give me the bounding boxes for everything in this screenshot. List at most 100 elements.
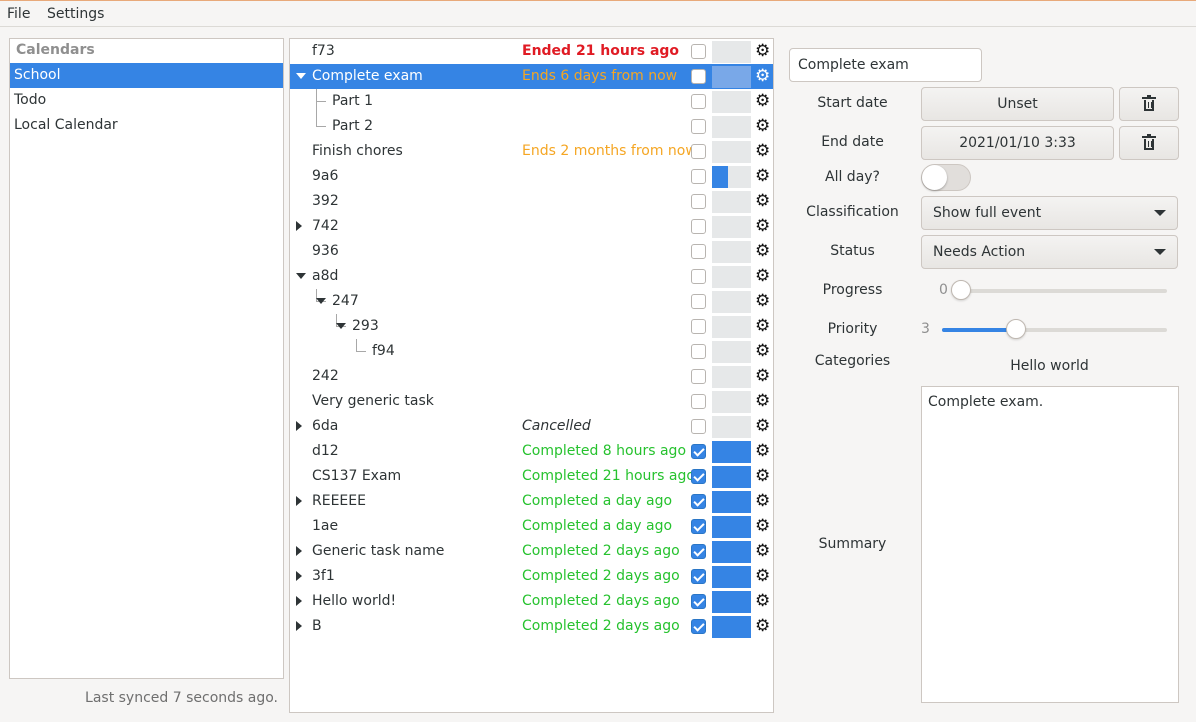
menu-file[interactable]: File [7, 6, 30, 22]
task-row[interactable]: Part 1 ⚙ [290, 89, 773, 114]
task-row[interactable]: 1ae Completed a day ago ⚙ [290, 514, 773, 539]
expander-open-icon[interactable] [296, 273, 306, 279]
classification-dropdown[interactable]: Show full event [921, 196, 1178, 230]
end-date-button[interactable]: 2021/01/10 3:33 [921, 126, 1114, 160]
gear-icon[interactable]: ⚙ [755, 241, 770, 261]
expander-closed-icon[interactable] [296, 496, 302, 506]
task-row[interactable]: 392 ⚙ [290, 189, 773, 214]
gear-icon[interactable]: ⚙ [755, 141, 770, 161]
task-row[interactable]: CS137 Exam Completed 21 hours ago ⚙ [290, 464, 773, 489]
expander-open-icon[interactable] [296, 73, 306, 79]
task-complete-checkbox[interactable] [691, 469, 706, 484]
calendar-item-school[interactable]: School [10, 63, 283, 88]
task-row[interactable]: Complete exam Ends 6 days from now ⚙ [290, 64, 773, 89]
task-complete-checkbox[interactable] [691, 419, 706, 434]
gear-icon[interactable]: ⚙ [755, 341, 770, 361]
expander-closed-icon[interactable] [296, 221, 302, 231]
priority-slider-knob[interactable] [1006, 319, 1026, 339]
gear-icon[interactable]: ⚙ [755, 516, 770, 536]
expander-closed-icon[interactable] [296, 546, 302, 556]
start-date-button[interactable]: Unset [921, 87, 1114, 121]
expander-closed-icon[interactable] [296, 571, 302, 581]
task-row[interactable]: 242 ⚙ [290, 364, 773, 389]
gear-icon[interactable]: ⚙ [755, 116, 770, 136]
gear-icon[interactable]: ⚙ [755, 266, 770, 286]
gear-icon[interactable]: ⚙ [755, 491, 770, 511]
calendar-item-local-calendar[interactable]: Local Calendar [10, 113, 283, 138]
task-complete-checkbox[interactable] [691, 569, 706, 584]
gear-icon[interactable]: ⚙ [755, 191, 770, 211]
task-row[interactable]: f73 Ended 21 hours ago ⚙ [290, 39, 773, 64]
task-complete-checkbox[interactable] [691, 69, 706, 84]
gear-icon[interactable]: ⚙ [755, 366, 770, 386]
gear-icon[interactable]: ⚙ [755, 166, 770, 186]
task-complete-checkbox[interactable] [691, 94, 706, 109]
task-row[interactable]: Finish chores Ends 2 months from now ⚙ [290, 139, 773, 164]
gear-icon[interactable]: ⚙ [755, 91, 770, 111]
expander-closed-icon[interactable] [296, 596, 302, 606]
task-complete-checkbox[interactable] [691, 444, 706, 459]
task-row[interactable]: Part 2 ⚙ [290, 114, 773, 139]
task-complete-checkbox[interactable] [691, 394, 706, 409]
task-row[interactable]: 3f1 Completed 2 days ago ⚙ [290, 564, 773, 589]
gear-icon[interactable]: ⚙ [755, 391, 770, 411]
task-row[interactable]: 247 ⚙ [290, 289, 773, 314]
task-complete-checkbox[interactable] [691, 594, 706, 609]
task-row[interactable]: REEEEE Completed a day ago ⚙ [290, 489, 773, 514]
summary-textarea[interactable]: Complete exam. [921, 386, 1179, 703]
calendar-item-todo[interactable]: Todo [10, 88, 283, 113]
expander-closed-icon[interactable] [296, 621, 302, 631]
task-row[interactable]: Generic task name Completed 2 days ago ⚙ [290, 539, 773, 564]
task-row[interactable]: 293 ⚙ [290, 314, 773, 339]
task-complete-checkbox[interactable] [691, 369, 706, 384]
task-complete-checkbox[interactable] [691, 219, 706, 234]
clear-end-date-button[interactable] [1119, 126, 1179, 160]
expander-closed-icon[interactable] [296, 421, 302, 431]
clear-start-date-button[interactable] [1119, 87, 1179, 121]
gear-icon[interactable]: ⚙ [755, 66, 770, 86]
gear-icon[interactable]: ⚙ [755, 616, 770, 636]
gear-icon[interactable]: ⚙ [755, 291, 770, 311]
task-row[interactable]: 742 ⚙ [290, 214, 773, 239]
gear-icon[interactable]: ⚙ [755, 41, 770, 61]
task-complete-checkbox[interactable] [691, 544, 706, 559]
task-complete-checkbox[interactable] [691, 344, 706, 359]
task-complete-checkbox[interactable] [691, 169, 706, 184]
categories-value[interactable]: Hello world [921, 358, 1178, 374]
gear-icon[interactable]: ⚙ [755, 541, 770, 561]
task-complete-checkbox[interactable] [691, 244, 706, 259]
task-complete-checkbox[interactable] [691, 319, 706, 334]
gear-icon[interactable]: ⚙ [755, 416, 770, 436]
task-complete-checkbox[interactable] [691, 44, 706, 59]
gear-icon[interactable]: ⚙ [755, 441, 770, 461]
task-row[interactable]: 9a6 ⚙ [290, 164, 773, 189]
task-row[interactable]: d12 Completed 8 hours ago ⚙ [290, 439, 773, 464]
task-row[interactable]: Very generic task ⚙ [290, 389, 773, 414]
all-day-switch[interactable] [921, 164, 971, 191]
menu-settings[interactable]: Settings [47, 6, 104, 22]
task-title-input[interactable] [789, 48, 982, 82]
task-complete-checkbox[interactable] [691, 269, 706, 284]
gear-icon[interactable]: ⚙ [755, 566, 770, 586]
task-complete-checkbox[interactable] [691, 294, 706, 309]
gear-icon[interactable]: ⚙ [755, 591, 770, 611]
task-complete-checkbox[interactable] [691, 494, 706, 509]
task-row[interactable]: a8d ⚙ [290, 264, 773, 289]
gear-icon[interactable]: ⚙ [755, 466, 770, 486]
task-complete-checkbox[interactable] [691, 194, 706, 209]
task-row[interactable]: 6da Cancelled ⚙ [290, 414, 773, 439]
task-complete-checkbox[interactable] [691, 519, 706, 534]
expander-open-icon[interactable] [316, 298, 326, 304]
task-row[interactable]: 936 ⚙ [290, 239, 773, 264]
task-complete-checkbox[interactable] [691, 119, 706, 134]
progress-slider-knob[interactable] [951, 280, 971, 300]
task-row[interactable]: B Completed 2 days ago ⚙ [290, 614, 773, 639]
task-complete-checkbox[interactable] [691, 619, 706, 634]
task-complete-checkbox[interactable] [691, 144, 706, 159]
task-row[interactable]: Hello world! Completed 2 days ago ⚙ [290, 589, 773, 614]
expander-open-icon[interactable] [336, 323, 346, 329]
gear-icon[interactable]: ⚙ [755, 216, 770, 236]
status-dropdown[interactable]: Needs Action [921, 235, 1178, 269]
task-row[interactable]: f94 ⚙ [290, 339, 773, 364]
gear-icon[interactable]: ⚙ [755, 316, 770, 336]
